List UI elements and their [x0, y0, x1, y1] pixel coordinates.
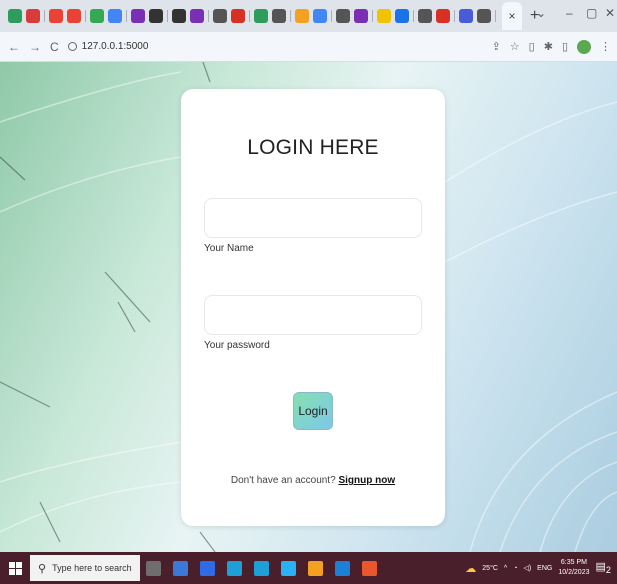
browser-tab[interactable]	[8, 9, 22, 23]
browser-tab[interactable]	[26, 9, 40, 23]
language-indicator[interactable]: ENG	[537, 565, 552, 572]
browser-tab[interactable]	[213, 9, 227, 23]
sidebar-icon[interactable]: ▯	[562, 40, 568, 54]
menu-icon[interactable]: ⋮	[600, 40, 611, 54]
puzzle-icon[interactable]: ✱	[544, 40, 553, 54]
taskbar-app-icon[interactable]	[281, 560, 296, 576]
taskbar-app-icon[interactable]	[200, 560, 215, 576]
tab-separator	[454, 10, 455, 22]
tab-separator	[413, 10, 414, 22]
taskbar-app-icon[interactable]	[254, 560, 269, 576]
tab-separator	[167, 10, 168, 22]
close-tab-icon[interactable]: ×	[508, 9, 515, 23]
windows-logo-icon	[8, 561, 22, 575]
tab-strip: × +	[0, 0, 617, 32]
taskbar-app-icon[interactable]	[146, 560, 161, 576]
tray-overflow-icon[interactable]: ^	[504, 565, 507, 572]
browser-tab[interactable]	[395, 9, 409, 23]
browser-tab[interactable]	[90, 9, 104, 23]
browser-tab[interactable]	[418, 9, 432, 23]
tab-separator	[372, 10, 373, 22]
tab-separator	[208, 10, 209, 22]
search-icon: ⚲	[38, 562, 47, 575]
browser-tab[interactable]	[231, 9, 245, 23]
browser-tab[interactable]	[108, 9, 122, 23]
minimize-button[interactable]: –	[566, 6, 573, 20]
login-card: LOGIN HERE Your Name Your password Login…	[181, 89, 445, 526]
name-input[interactable]	[204, 198, 422, 238]
tab-separator	[249, 10, 250, 22]
browser-tab[interactable]	[149, 9, 163, 23]
notification-icon[interactable]: ▤2	[596, 560, 612, 575]
browser-tab[interactable]	[254, 9, 268, 23]
taskbar-app-icon[interactable]	[308, 560, 323, 576]
tab-separator	[44, 10, 45, 22]
taskbar-app-icon[interactable]	[173, 560, 188, 576]
notification-count: 2	[605, 565, 611, 576]
clock-time: 6:35 PM	[560, 559, 587, 566]
extension-icon[interactable]: ▯	[529, 40, 535, 54]
site-info-icon[interactable]	[67, 42, 77, 51]
tab-separator	[290, 10, 291, 22]
password-input[interactable]	[204, 295, 422, 335]
maximize-button[interactable]: ▢	[586, 6, 597, 20]
close-window-button[interactable]: ✕	[605, 6, 615, 20]
back-button[interactable]: ←	[8, 40, 20, 54]
network-icon[interactable]: ◔	[513, 565, 517, 572]
share-icon[interactable]: ⇪	[492, 40, 501, 54]
profile-avatar[interactable]	[577, 40, 591, 54]
reload-button[interactable]: C	[50, 40, 59, 54]
weather-temp[interactable]: 25°C	[482, 565, 498, 572]
browser-tab[interactable]	[436, 9, 450, 23]
browser-tab[interactable]	[336, 9, 350, 23]
search-placeholder: Type here to search	[52, 563, 132, 573]
taskbar-app-icon[interactable]	[362, 560, 377, 576]
browser-tab[interactable]	[477, 9, 491, 23]
browser-tab[interactable]	[313, 9, 327, 23]
active-tab[interactable]: ×	[502, 2, 522, 30]
weather-icon[interactable]: ☁	[465, 562, 476, 575]
browser-tab[interactable]	[49, 9, 63, 23]
signup-prompt-text: Don't have an account?	[230, 475, 336, 486]
address-bar[interactable]: 127.0.0.1:5000	[67, 41, 149, 52]
system-tray: ☁ 25°C ^ ◔ ◁) ENG 6:35 PM 10/2/2023 ▤2	[465, 552, 617, 584]
tab-separator	[331, 10, 332, 22]
browser-tab[interactable]	[377, 9, 391, 23]
page-background: LOGIN HERE Your Name Your password Login…	[0, 62, 617, 552]
name-label: Your Name	[204, 243, 254, 254]
url-text[interactable]: 127.0.0.1:5000	[82, 41, 149, 52]
login-title: LOGIN HERE	[247, 136, 379, 159]
browser-tab[interactable]	[190, 9, 204, 23]
tab-separator	[85, 10, 86, 22]
tab-search-icon[interactable]: ⌄	[536, 6, 546, 20]
volume-icon[interactable]: ◁)	[523, 564, 531, 572]
tab-separator	[126, 10, 127, 22]
taskbar-app-icon[interactable]	[335, 560, 350, 576]
tab-separator	[495, 10, 496, 22]
password-label: Your password	[204, 340, 270, 351]
browser-tab[interactable]	[272, 9, 286, 23]
browser-toolbar: ← → C 127.0.0.1:5000 ⇪ ☆ ▯ ✱ ▯ ⋮	[0, 32, 617, 62]
bookmark-star-icon[interactable]: ☆	[510, 40, 520, 54]
browser-tab[interactable]	[459, 9, 473, 23]
browser-tab[interactable]	[354, 9, 368, 23]
browser-tab[interactable]	[295, 9, 309, 23]
taskbar-search[interactable]: ⚲ Type here to search	[30, 555, 140, 581]
browser-tab[interactable]	[172, 9, 186, 23]
browser-tab[interactable]	[67, 9, 81, 23]
signup-link[interactable]: Signup now	[338, 475, 395, 486]
forward-button[interactable]: →	[29, 40, 41, 54]
start-button[interactable]	[0, 552, 30, 584]
taskbar-app-icon[interactable]	[227, 560, 242, 576]
login-button[interactable]: Login	[293, 392, 333, 430]
signup-prompt: Don't have an account? Signup now	[181, 475, 445, 486]
clock[interactable]: 6:35 PM 10/2/2023	[558, 558, 589, 578]
browser-tab[interactable]	[131, 9, 145, 23]
clock-date: 10/2/2023	[558, 569, 590, 576]
